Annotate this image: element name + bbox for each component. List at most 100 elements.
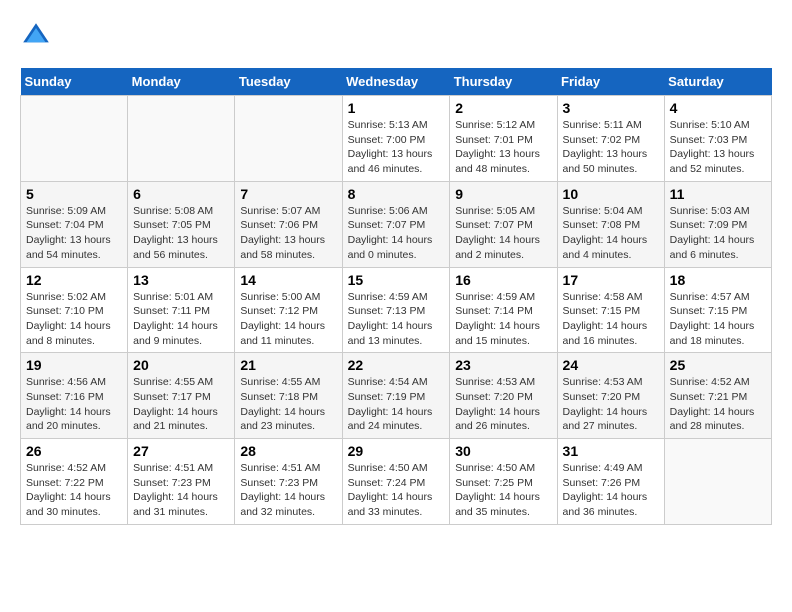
calendar-cell: 11 Sunrise: 5:03 AM Sunset: 7:09 PM Dayli… (664, 181, 771, 267)
logo (20, 20, 54, 52)
calendar-cell: 10 Sunrise: 5:04 AM Sunset: 7:08 PM Dayli… (557, 181, 664, 267)
calendar-cell: 3Sunrise: 5:11 AM Sunset: 7:02 PM Daylig… (557, 96, 664, 182)
calendar-cell: 21Sunrise: 4:55 AM Sunset: 7:18 PM Dayli… (235, 353, 342, 439)
day-number: 30 (455, 443, 551, 459)
calendar-cell: 8 Sunrise: 5:06 AM Sunset: 7:07 PM Daylig… (342, 181, 450, 267)
calendar-cell: 31Sunrise: 4:49 AM Sunset: 7:26 PM Dayli… (557, 439, 664, 525)
day-info: Sunrise: 4:53 AM Sunset: 7:20 PM Dayligh… (455, 375, 551, 434)
day-number: 5 (26, 186, 122, 202)
day-info: Sunrise: 4:52 AM Sunset: 7:22 PM Dayligh… (26, 461, 122, 520)
day-number: 6 (133, 186, 229, 202)
day-info: Sunrise: 4:49 AM Sunset: 7:26 PM Dayligh… (563, 461, 659, 520)
calendar-cell: 30 Sunrise: 4:50 AM Sunset: 7:25 PM Dayli… (450, 439, 557, 525)
calendar-cell: 28 Sunrise: 4:51 AM Sunset: 7:23 PM Dayli… (235, 439, 342, 525)
day-info: Sunrise: 4:59 AM Sunset: 7:14 PM Dayligh… (455, 290, 551, 349)
day-info: Sunrise: 5:06 AM Sunset: 7:07 PM Dayligh… (348, 204, 445, 263)
day-info: Sunrise: 4:51 AM Sunset: 7:23 PM Dayligh… (240, 461, 336, 520)
header-row: SundayMondayTuesdayWednesdayThursdayFrid… (21, 68, 772, 96)
day-info: Sunrise: 5:00 AM Sunset: 7:12 PM Dayligh… (240, 290, 336, 349)
day-number: 18 (670, 272, 766, 288)
calendar-week-row: 26 Sunrise: 4:52 AM Sunset: 7:22 PM Dayli… (21, 439, 772, 525)
calendar-cell: 15 Sunrise: 4:59 AM Sunset: 7:13 PM Dayli… (342, 267, 450, 353)
weekday-header: Thursday (450, 68, 557, 96)
day-number: 28 (240, 443, 336, 459)
day-info: Sunrise: 5:03 AM Sunset: 7:09 PM Dayligh… (670, 204, 766, 263)
calendar-cell: 12 Sunrise: 5:02 AM Sunset: 7:10 PM Dayli… (21, 267, 128, 353)
day-info: Sunrise: 5:10 AM Sunset: 7:03 PM Dayligh… (670, 118, 766, 177)
calendar-week-row: 12 Sunrise: 5:02 AM Sunset: 7:10 PM Dayli… (21, 267, 772, 353)
day-info: Sunrise: 5:02 AM Sunset: 7:10 PM Dayligh… (26, 290, 122, 349)
calendar-cell: 27 Sunrise: 4:51 AM Sunset: 7:23 PM Dayli… (128, 439, 235, 525)
day-number: 27 (133, 443, 229, 459)
page-header (20, 20, 772, 52)
day-number: 16 (455, 272, 551, 288)
calendar-cell: 22Sunrise: 4:54 AM Sunset: 7:19 PM Dayli… (342, 353, 450, 439)
day-info: Sunrise: 5:07 AM Sunset: 7:06 PM Dayligh… (240, 204, 336, 263)
calendar-cell: 17Sunrise: 4:58 AM Sunset: 7:15 PM Dayli… (557, 267, 664, 353)
day-info: Sunrise: 4:52 AM Sunset: 7:21 PM Dayligh… (670, 375, 766, 434)
weekday-header: Saturday (664, 68, 771, 96)
weekday-header: Monday (128, 68, 235, 96)
calendar-cell: 9 Sunrise: 5:05 AM Sunset: 7:07 PM Daylig… (450, 181, 557, 267)
calendar-cell (128, 96, 235, 182)
weekday-header: Friday (557, 68, 664, 96)
day-info: Sunrise: 4:53 AM Sunset: 7:20 PM Dayligh… (563, 375, 659, 434)
calendar-cell: 18Sunrise: 4:57 AM Sunset: 7:15 PM Dayli… (664, 267, 771, 353)
day-info: Sunrise: 5:04 AM Sunset: 7:08 PM Dayligh… (563, 204, 659, 263)
calendar-cell: 20 Sunrise: 4:55 AM Sunset: 7:17 PM Dayli… (128, 353, 235, 439)
calendar-cell (21, 96, 128, 182)
day-info: Sunrise: 4:51 AM Sunset: 7:23 PM Dayligh… (133, 461, 229, 520)
calendar-cell: 5 Sunrise: 5:09 AM Sunset: 7:04 PM Daylig… (21, 181, 128, 267)
calendar-cell: 24 Sunrise: 4:53 AM Sunset: 7:20 PM Dayli… (557, 353, 664, 439)
day-info: Sunrise: 4:50 AM Sunset: 7:25 PM Dayligh… (455, 461, 551, 520)
weekday-header: Sunday (21, 68, 128, 96)
day-number: 24 (563, 357, 659, 373)
day-number: 20 (133, 357, 229, 373)
calendar-week-row: 1Sunrise: 5:13 AM Sunset: 7:00 PM Daylig… (21, 96, 772, 182)
day-number: 9 (455, 186, 551, 202)
day-number: 7 (240, 186, 336, 202)
day-info: Sunrise: 4:55 AM Sunset: 7:17 PM Dayligh… (133, 375, 229, 434)
day-number: 25 (670, 357, 766, 373)
day-number: 19 (26, 357, 122, 373)
day-info: Sunrise: 5:08 AM Sunset: 7:05 PM Dayligh… (133, 204, 229, 263)
day-number: 14 (240, 272, 336, 288)
day-number: 21 (240, 357, 336, 373)
day-number: 26 (26, 443, 122, 459)
calendar-cell: 16 Sunrise: 4:59 AM Sunset: 7:14 PM Dayli… (450, 267, 557, 353)
calendar-body: 1Sunrise: 5:13 AM Sunset: 7:00 PM Daylig… (21, 96, 772, 525)
day-info: Sunrise: 4:50 AM Sunset: 7:24 PM Dayligh… (348, 461, 445, 520)
calendar-cell: 4 Sunrise: 5:10 AM Sunset: 7:03 PM Daylig… (664, 96, 771, 182)
calendar-cell: 29Sunrise: 4:50 AM Sunset: 7:24 PM Dayli… (342, 439, 450, 525)
day-info: Sunrise: 4:58 AM Sunset: 7:15 PM Dayligh… (563, 290, 659, 349)
calendar-cell: 23 Sunrise: 4:53 AM Sunset: 7:20 PM Dayli… (450, 353, 557, 439)
calendar-cell: 7 Sunrise: 5:07 AM Sunset: 7:06 PM Daylig… (235, 181, 342, 267)
calendar-cell (235, 96, 342, 182)
day-number: 4 (670, 100, 766, 116)
weekday-header: Tuesday (235, 68, 342, 96)
calendar-cell (664, 439, 771, 525)
calendar-cell: 26 Sunrise: 4:52 AM Sunset: 7:22 PM Dayli… (21, 439, 128, 525)
day-number: 11 (670, 186, 766, 202)
day-number: 23 (455, 357, 551, 373)
day-info: Sunrise: 5:05 AM Sunset: 7:07 PM Dayligh… (455, 204, 551, 263)
calendar-cell: 14 Sunrise: 5:00 AM Sunset: 7:12 PM Dayli… (235, 267, 342, 353)
day-info: Sunrise: 5:12 AM Sunset: 7:01 PM Dayligh… (455, 118, 551, 177)
day-info: Sunrise: 4:59 AM Sunset: 7:13 PM Dayligh… (348, 290, 445, 349)
calendar-cell: 2 Sunrise: 5:12 AM Sunset: 7:01 PM Daylig… (450, 96, 557, 182)
day-info: Sunrise: 5:09 AM Sunset: 7:04 PM Dayligh… (26, 204, 122, 263)
day-number: 1 (348, 100, 445, 116)
day-number: 2 (455, 100, 551, 116)
day-info: Sunrise: 5:01 AM Sunset: 7:11 PM Dayligh… (133, 290, 229, 349)
weekday-header: Wednesday (342, 68, 450, 96)
day-number: 8 (348, 186, 445, 202)
calendar-cell: 6 Sunrise: 5:08 AM Sunset: 7:05 PM Daylig… (128, 181, 235, 267)
day-number: 10 (563, 186, 659, 202)
calendar-cell: 19Sunrise: 4:56 AM Sunset: 7:16 PM Dayli… (21, 353, 128, 439)
logo-icon (20, 20, 52, 52)
calendar-week-row: 19Sunrise: 4:56 AM Sunset: 7:16 PM Dayli… (21, 353, 772, 439)
day-number: 15 (348, 272, 445, 288)
calendar-table: SundayMondayTuesdayWednesdayThursdayFrid… (20, 68, 772, 525)
day-number: 3 (563, 100, 659, 116)
day-number: 12 (26, 272, 122, 288)
